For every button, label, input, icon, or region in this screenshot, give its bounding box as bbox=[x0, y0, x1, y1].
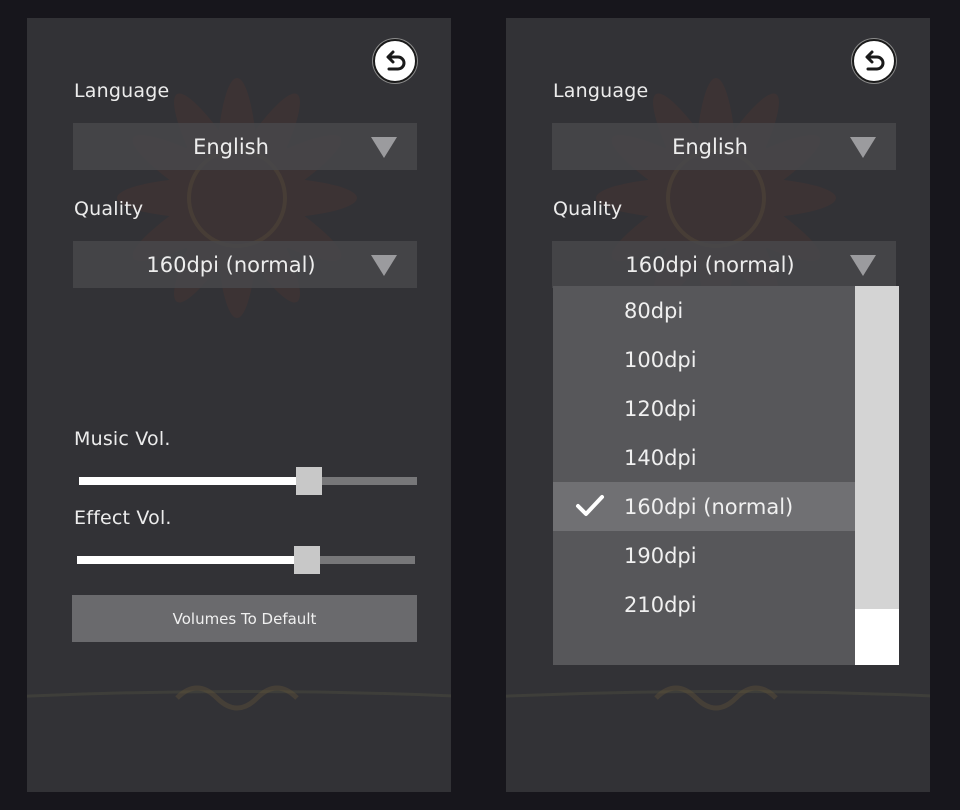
triangle-down-icon bbox=[850, 137, 876, 158]
slider-thumb[interactable] bbox=[294, 546, 320, 574]
back-button[interactable] bbox=[373, 39, 417, 83]
dropdown-option[interactable]: 120dpi bbox=[553, 384, 855, 433]
back-button[interactable] bbox=[852, 39, 896, 83]
background-swirl-decoration bbox=[175, 685, 299, 711]
language-select[interactable]: English bbox=[73, 123, 417, 170]
option-label: 140dpi bbox=[624, 445, 697, 470]
slider-fill bbox=[77, 556, 307, 564]
quality-select[interactable]: 160dpi (normal) bbox=[552, 241, 896, 288]
dropdown-option-selected[interactable]: 160dpi (normal) bbox=[553, 482, 855, 531]
dropdown-option[interactable]: 210dpi bbox=[553, 580, 855, 629]
language-label: Language bbox=[74, 80, 170, 102]
slider-thumb[interactable] bbox=[296, 467, 322, 495]
settings-panel-right: Language English Quality 160dpi (normal)… bbox=[506, 18, 930, 792]
quality-select-value: 160dpi (normal) bbox=[625, 252, 795, 277]
scrollbar-thumb[interactable] bbox=[855, 286, 899, 609]
music-volume-slider[interactable] bbox=[79, 466, 417, 496]
effect-volume-label: Effect Vol. bbox=[74, 507, 172, 529]
background-divider-decoration bbox=[27, 690, 451, 698]
triangle-down-icon bbox=[371, 137, 397, 158]
option-label: 210dpi bbox=[624, 592, 697, 617]
option-label: 120dpi bbox=[624, 396, 697, 421]
triangle-down-icon bbox=[850, 255, 876, 276]
triangle-down-icon bbox=[371, 255, 397, 276]
slider-fill bbox=[79, 477, 309, 485]
language-select-value: English bbox=[193, 134, 269, 159]
quality-dropdown-list: 80dpi 100dpi 120dpi 140dpi 160dpi (norma… bbox=[553, 286, 899, 665]
background-flower-decoration bbox=[115, 76, 359, 320]
option-label: 100dpi bbox=[624, 347, 697, 372]
volumes-default-button[interactable]: Volumes To Default bbox=[72, 595, 417, 642]
checkmark-icon bbox=[576, 495, 604, 516]
dropdown-option[interactable]: 140dpi bbox=[553, 433, 855, 482]
settings-panel-left: Language English Quality 160dpi (normal)… bbox=[27, 18, 451, 792]
quality-select-value: 160dpi (normal) bbox=[146, 252, 316, 277]
dropdown-scrollbar[interactable] bbox=[855, 286, 899, 665]
language-label: Language bbox=[553, 80, 649, 102]
option-label: 80dpi bbox=[624, 298, 684, 323]
quality-select[interactable]: 160dpi (normal) bbox=[73, 241, 417, 288]
quality-label: Quality bbox=[553, 198, 623, 220]
undo-arrow-icon bbox=[386, 50, 406, 71]
dropdown-option[interactable]: 100dpi bbox=[553, 335, 855, 384]
dropdown-option[interactable]: 80dpi bbox=[553, 286, 855, 335]
effect-volume-slider[interactable] bbox=[77, 545, 415, 575]
language-select[interactable]: English bbox=[552, 123, 896, 170]
dropdown-option[interactable]: 190dpi bbox=[553, 531, 855, 580]
background-divider-decoration bbox=[506, 690, 930, 698]
music-volume-label: Music Vol. bbox=[74, 428, 171, 450]
undo-arrow-icon bbox=[865, 50, 885, 71]
quality-label: Quality bbox=[74, 198, 144, 220]
language-select-value: English bbox=[672, 134, 748, 159]
option-label: 160dpi (normal) bbox=[624, 494, 794, 519]
background-swirl-decoration bbox=[654, 685, 778, 711]
option-label: 190dpi bbox=[624, 543, 697, 568]
